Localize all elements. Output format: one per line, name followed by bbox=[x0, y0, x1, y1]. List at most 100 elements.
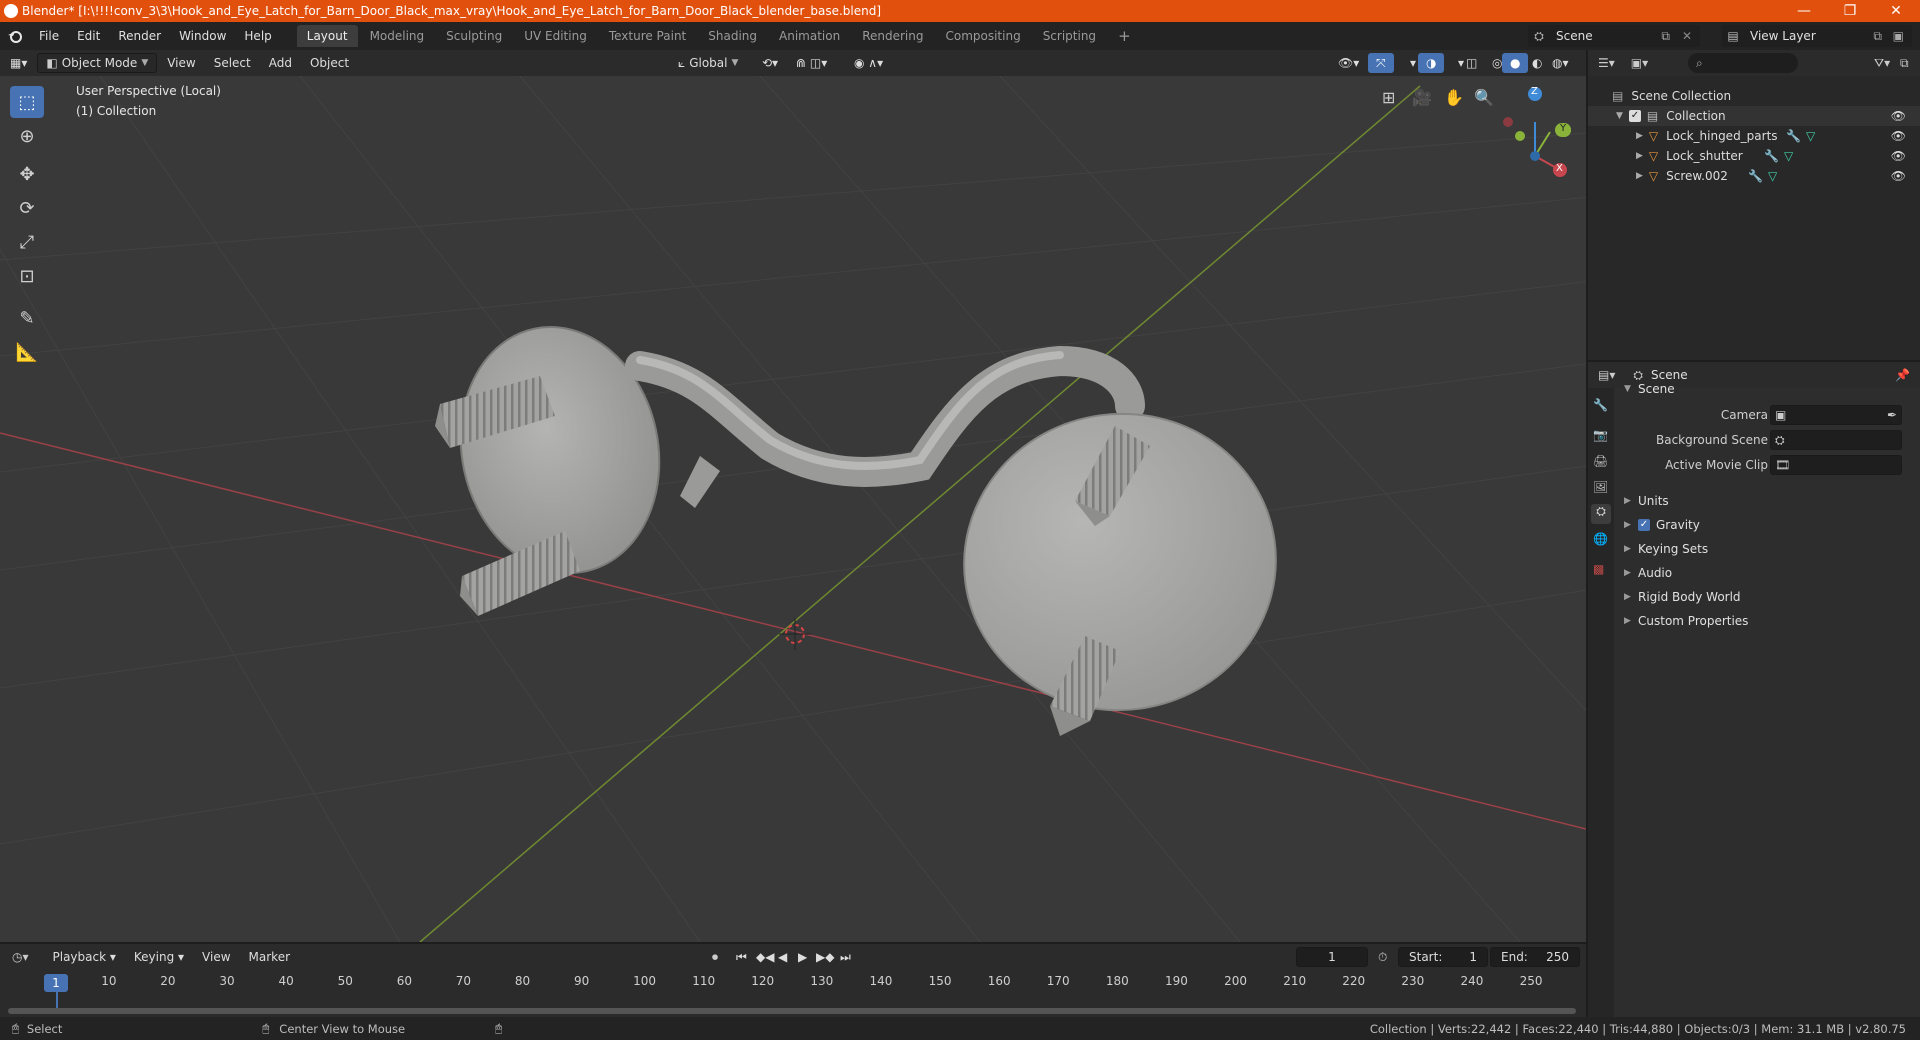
tool-tab-icon[interactable]: 🔧 bbox=[1593, 398, 1608, 412]
3d-viewport[interactable]: Z Y X User Perspective (Local) (1) Colle… bbox=[0, 76, 1586, 942]
texture-tab-icon[interactable]: ▩ bbox=[1593, 562, 1604, 576]
outliner-row-lock-shutter[interactable]: ▶ ▽ Lock_shutter 🔧 ▽ 👁 bbox=[1588, 146, 1920, 166]
prev-keyframe-icon[interactable]: ◆◀ bbox=[756, 950, 774, 964]
tab-uv-editing[interactable]: UV Editing bbox=[514, 25, 597, 47]
hand-icon[interactable]: ✋ bbox=[1444, 88, 1464, 107]
outliner-row-scene-collection[interactable]: ▤ Scene Collection bbox=[1588, 86, 1920, 106]
record-icon[interactable]: ⏺ bbox=[712, 950, 718, 965]
jump-start-icon[interactable]: ⏮ bbox=[736, 950, 747, 965]
frame-ruler[interactable]: 10 20 30 40 50 60 70 80 90 100 110 120 130 140 150 160 1… bbox=[0, 974, 1586, 992]
select-box-tool-icon[interactable]: ⬚ bbox=[10, 86, 44, 118]
editor-type-icon[interactable]: ▤▾ bbox=[1598, 368, 1615, 382]
expand-arrow-icon[interactable]: ▶ bbox=[1636, 171, 1643, 181]
transform-orientation-selector[interactable]: ⟀ Global ▼ bbox=[670, 53, 746, 73]
tab-animation[interactable]: Animation bbox=[769, 25, 850, 47]
zoom-icon[interactable]: 🔍 bbox=[1474, 88, 1494, 107]
3d-cursor[interactable] bbox=[779, 618, 811, 650]
overlay-toggle-icon[interactable]: ◑ bbox=[1418, 53, 1445, 73]
scene-selector[interactable]: ⛭ Scene ⧉ ✕ bbox=[1528, 25, 1700, 47]
wrench-icon[interactable]: 🔧 bbox=[1786, 129, 1801, 143]
menu-window[interactable]: Window bbox=[170, 22, 235, 50]
background-scene-field[interactable]: ⛭ bbox=[1770, 430, 1902, 450]
end-frame-field[interactable]: End: 250 bbox=[1490, 947, 1580, 967]
stopwatch-icon[interactable]: ⏱ bbox=[1378, 950, 1387, 965]
units-panel-header[interactable]: ▶ Units bbox=[1624, 490, 1669, 512]
camera-icon[interactable]: 🎥 bbox=[1412, 88, 1432, 107]
annotate-icon[interactable]: ✎ bbox=[10, 302, 44, 334]
eyedropper-icon[interactable]: ✒ bbox=[1887, 408, 1897, 422]
display-mode-icon[interactable]: ▣▾ bbox=[1631, 56, 1648, 70]
menu-file[interactable]: File bbox=[30, 22, 68, 50]
expand-arrow-icon[interactable]: ▶ bbox=[1636, 151, 1643, 161]
cursor-icon[interactable]: ⊕ bbox=[10, 120, 44, 152]
play-reverse-icon[interactable]: ◀ bbox=[778, 950, 787, 964]
eye-icon[interactable]: 👁 bbox=[1891, 109, 1906, 123]
audio-panel-header[interactable]: ▶ Audio bbox=[1624, 562, 1672, 584]
next-keyframe-icon[interactable]: ▶◆ bbox=[816, 950, 834, 964]
proportional-edit-icon[interactable]: ◉ ∧▾ bbox=[846, 53, 891, 73]
menu-marker[interactable]: Marker bbox=[241, 947, 298, 967]
scale-icon[interactable]: ⤢ bbox=[10, 226, 44, 258]
editor-type-icon[interactable]: ▦▾ bbox=[2, 53, 35, 73]
timeline-scrollbar[interactable] bbox=[8, 1008, 1576, 1014]
start-frame-field[interactable]: Start: 1 bbox=[1398, 947, 1488, 967]
new-collection-icon[interactable]: ⧉ bbox=[1900, 56, 1909, 71]
playhead[interactable]: 1 bbox=[44, 974, 68, 992]
output-tab-icon[interactable]: 🖨 bbox=[1593, 454, 1608, 468]
tab-layout[interactable]: Layout bbox=[296, 25, 358, 47]
blender-logo-icon[interactable] bbox=[0, 28, 30, 44]
tab-shading[interactable]: Shading bbox=[698, 25, 767, 47]
editor-type-icon[interactable]: ☰▾ bbox=[1598, 56, 1615, 70]
camera-field[interactable]: ▣ ✒ bbox=[1770, 405, 1902, 425]
gizmo-toggle-icon[interactable]: ⤧ bbox=[1368, 53, 1394, 73]
play-icon[interactable]: ▶ bbox=[798, 950, 807, 964]
snap-icon[interactable]: ⋒ ◫▾ bbox=[788, 53, 835, 73]
filter-icon[interactable]: ⛛▾ bbox=[1874, 56, 1890, 71]
menu-object[interactable]: Object bbox=[302, 53, 357, 73]
tab-scripting[interactable]: Scripting bbox=[1033, 25, 1106, 47]
tab-sculpting[interactable]: Sculpting bbox=[436, 25, 512, 47]
world-tab-icon[interactable]: 🌐 bbox=[1593, 532, 1608, 546]
menu-keying[interactable]: Keying ▾ bbox=[126, 947, 192, 967]
outliner-row-lock-hinged-parts[interactable]: ▶ ▽ Lock_hinged_parts 🔧 ▽ 👁 bbox=[1588, 126, 1920, 146]
search-input[interactable]: ⌕ bbox=[1688, 53, 1798, 73]
expand-arrow-icon[interactable]: ▶ bbox=[1636, 131, 1643, 141]
transform-icon[interactable]: ⊡ bbox=[10, 260, 44, 292]
current-frame-field[interactable]: 1 bbox=[1296, 947, 1368, 967]
add-workspace-button[interactable]: + bbox=[1108, 25, 1141, 47]
expand-arrow-icon[interactable]: ▼ bbox=[1616, 111, 1623, 121]
keying-sets-panel-header[interactable]: ▶ Keying Sets bbox=[1624, 538, 1708, 560]
close-button[interactable]: ✕ bbox=[1873, 0, 1919, 22]
outliner-row-screw-002[interactable]: ▶ ▽ Screw.002 🔧 ▽ 👁 bbox=[1588, 166, 1920, 186]
tab-compositing[interactable]: Compositing bbox=[935, 25, 1030, 47]
tab-texture-paint[interactable]: Texture Paint bbox=[599, 25, 696, 47]
menu-add[interactable]: Add bbox=[261, 53, 300, 73]
new-view-layer-icon[interactable]: ⧉ bbox=[1873, 29, 1882, 44]
rotate-icon[interactable]: ⟳ bbox=[10, 192, 44, 224]
eye-icon[interactable]: 👁 bbox=[1891, 129, 1906, 143]
xray-icon[interactable]: ◫ bbox=[1458, 53, 1485, 73]
mesh-data-icon[interactable]: ▽ bbox=[1768, 169, 1777, 183]
view-layer-selector[interactable]: ▤ View Layer ⧉ ▣ bbox=[1722, 25, 1912, 47]
maximize-button[interactable]: ❐ bbox=[1827, 0, 1873, 22]
menu-view[interactable]: View bbox=[194, 947, 238, 967]
wrench-icon[interactable]: 🔧 bbox=[1748, 169, 1763, 183]
render-tab-icon[interactable]: 📷 bbox=[1593, 428, 1608, 442]
gravity-checkbox[interactable]: ✓ bbox=[1638, 519, 1650, 531]
outliner-row-collection[interactable]: ▼ ✓ ▤ Collection 👁 bbox=[1588, 106, 1920, 126]
view-layer-tab-icon[interactable]: 🖼 bbox=[1593, 480, 1608, 494]
new-scene-icon[interactable]: ⧉ bbox=[1661, 29, 1670, 44]
hook-and-eye-latch-model[interactable] bbox=[435, 308, 1295, 736]
menu-edit[interactable]: Edit bbox=[68, 22, 109, 50]
menu-view[interactable]: View bbox=[159, 53, 203, 73]
menu-render[interactable]: Render bbox=[109, 22, 170, 50]
eye-icon[interactable]: 👁 bbox=[1891, 149, 1906, 163]
jump-end-icon[interactable]: ⏭ bbox=[840, 950, 851, 965]
menu-playback[interactable]: Playback ▾ bbox=[45, 947, 124, 967]
tab-rendering[interactable]: Rendering bbox=[852, 25, 933, 47]
mode-selector[interactable]: ◧ Object Mode ▼ bbox=[37, 53, 158, 73]
collection-checkbox[interactable]: ✓ bbox=[1628, 110, 1641, 122]
remove-view-layer-icon[interactable]: ▣ bbox=[1893, 29, 1904, 43]
grid-icon[interactable]: ⊞ bbox=[1382, 88, 1395, 107]
active-movie-clip-field[interactable]: 🎞 bbox=[1770, 455, 1902, 475]
